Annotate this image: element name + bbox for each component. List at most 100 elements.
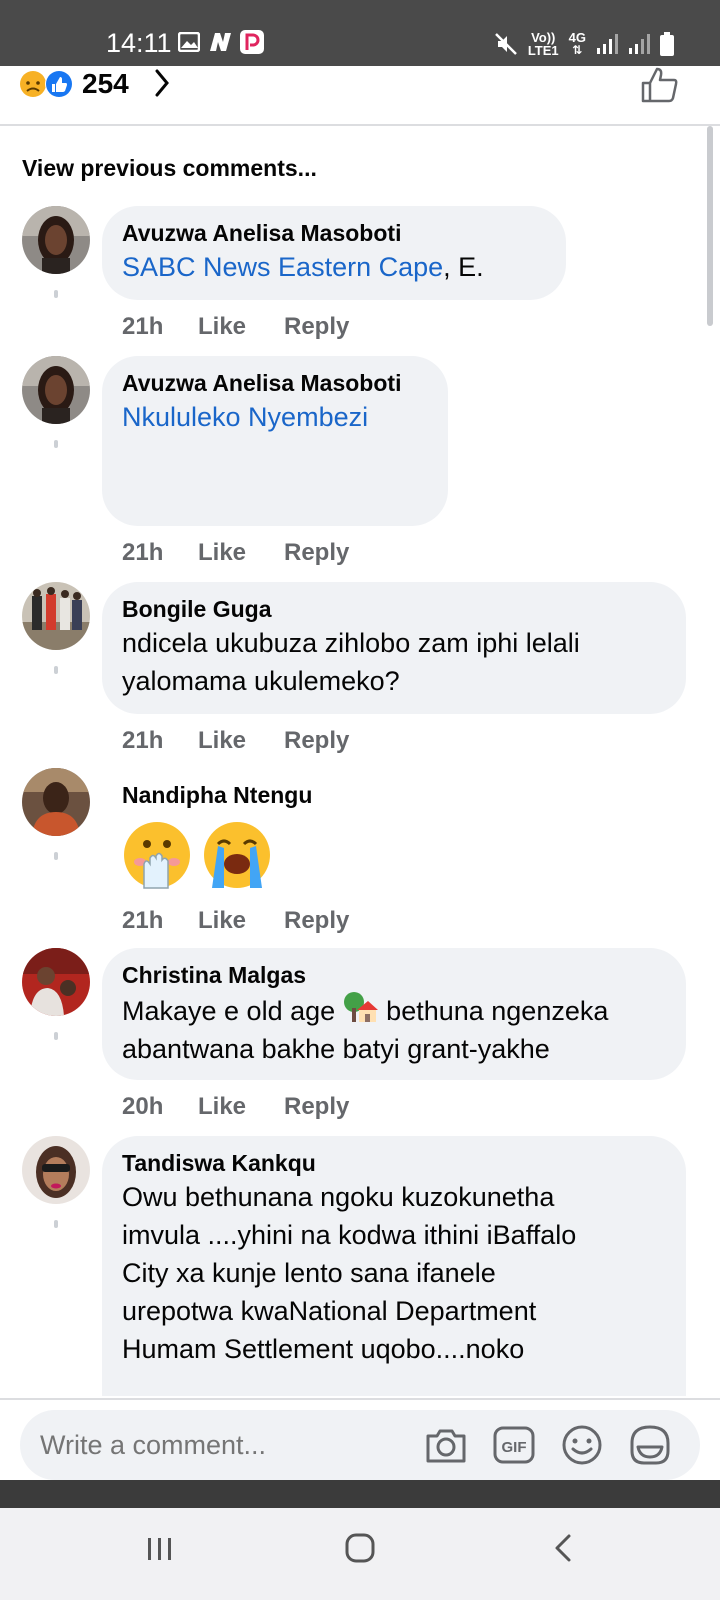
thread-line <box>54 1032 58 1040</box>
like-button[interactable]: Like <box>198 312 284 342</box>
thread-line <box>54 852 58 860</box>
camera-icon[interactable] <box>424 1423 468 1467</box>
reaction-summary[interactable] <box>18 68 78 100</box>
scrollbar-thumb[interactable] <box>707 126 713 326</box>
profile-photo-icon <box>22 768 90 836</box>
lte-label: LTE1 <box>527 43 559 58</box>
sad-like-reactions-icon <box>20 70 73 98</box>
avatar[interactable] <box>22 768 90 836</box>
comment-time: 21h <box>122 727 164 754</box>
profile-photo-icon <box>22 356 90 424</box>
reaction-count[interactable]: 254 <box>82 66 129 102</box>
avatar[interactable] <box>22 206 90 274</box>
signal-strength-2-icon <box>629 34 650 54</box>
comment-text-part: bethuna ngenzeka <box>386 996 609 1026</box>
thread-line <box>54 440 58 448</box>
comment-author[interactable]: Nandipha Ntengu <box>122 780 312 810</box>
recent-apps-icon[interactable] <box>140 1528 180 1568</box>
signal-strength-icon <box>597 34 618 54</box>
like-button[interactable]: Like <box>198 726 284 756</box>
comment-text-line: Owu bethunana ngoku kuzokunetha <box>122 1182 555 1212</box>
avatar[interactable] <box>22 582 90 650</box>
comment-bubble[interactable]: Christina Malgas Makaye e old age bethun… <box>102 948 686 1080</box>
comment-author[interactable]: Christina Malgas <box>122 960 666 990</box>
comment-composer[interactable]: GIF <box>20 1410 700 1480</box>
status-bar: 14:11 Vo)) LTE1 4G ⇅ <box>0 0 720 66</box>
mention-link[interactable]: Nkululeko Nyembezi <box>122 402 368 432</box>
back-icon[interactable] <box>544 1528 584 1568</box>
avatar[interactable] <box>22 948 90 1016</box>
comment-text: SABC News Eastern Cape, E. <box>122 248 546 286</box>
comment-text-line: City xa kunje lento sana ifanele <box>122 1258 496 1288</box>
keyboard-divider <box>0 1480 720 1508</box>
comment-author[interactable]: Avuzwa Anelisa Masoboti <box>122 218 546 248</box>
comment-input[interactable] <box>40 1426 420 1464</box>
profile-photo-icon <box>22 1136 90 1204</box>
gif-icon[interactable]: GIF <box>492 1423 536 1467</box>
chevron-right-icon[interactable] <box>152 68 172 98</box>
comment-emojis <box>122 820 272 895</box>
status-indicators: Vo)) LTE1 4G ⇅ <box>494 28 674 60</box>
loudly-crying-emoji-icon <box>204 822 271 888</box>
sticker-icon[interactable] <box>628 1423 672 1467</box>
comment-time: 21h <box>122 313 164 340</box>
comment-text-line: urepotwa kwaNational Department <box>122 1296 537 1326</box>
comment-text-part: Makaye e old age <box>122 996 336 1026</box>
mention-link[interactable]: SABC News Eastern Cape <box>122 252 443 282</box>
comment-actions: 21h Like Reply <box>122 538 349 568</box>
comment-bubble[interactable]: Bongile Guga ndicela ukubuza zihlobo zam… <box>102 582 686 714</box>
comment-author[interactable]: Bongile Guga <box>122 594 666 624</box>
thread-line <box>54 666 58 674</box>
like-button[interactable]: Like <box>198 538 284 568</box>
comment-bubble[interactable]: Avuzwa Anelisa Masoboti Nkululeko Nyembe… <box>102 356 448 526</box>
comments-list[interactable]: View previous comments... Avuzwa Anelisa… <box>0 126 720 1396</box>
thread-line <box>54 1220 58 1228</box>
n-app-notification-icon <box>210 33 231 51</box>
view-previous-comments-link[interactable]: View previous comments... <box>22 154 317 182</box>
comment-text-line: yalomama ukulemeko? <box>122 666 400 696</box>
reply-button[interactable]: Reply <box>284 906 349 936</box>
like-post-button[interactable] <box>640 66 680 104</box>
profile-photo-icon <box>22 582 90 650</box>
status-time: 14:11 <box>106 28 172 58</box>
gallery-notification-icon <box>178 32 200 52</box>
comment-bubble[interactable]: Tandiswa Kankqu Owu bethunana ngoku kuzo… <box>102 1136 686 1396</box>
data-arrows-icon: ⇅ <box>572 43 583 57</box>
system-nav-bar <box>0 1508 720 1600</box>
profile-photo-icon <box>22 206 90 274</box>
comment-author[interactable]: Tandiswa Kankqu <box>122 1148 666 1178</box>
comment-text-line: abantwana bakhe batyi grant-yakhe <box>122 1034 550 1064</box>
reply-button[interactable]: Reply <box>284 726 349 756</box>
comment-actions: 21h Like Reply <box>122 726 349 756</box>
comment-author[interactable]: Avuzwa Anelisa Masoboti <box>122 368 428 398</box>
emoji-icon[interactable] <box>560 1423 604 1467</box>
comment-bubble[interactable]: Avuzwa Anelisa Masoboti SABC News Easter… <box>102 206 566 300</box>
thread-line <box>54 290 58 298</box>
mute-icon <box>494 33 517 55</box>
like-button[interactable]: Like <box>198 906 284 936</box>
comment-time: 21h <box>122 539 164 566</box>
comment-text-line: Makaye e old age bethuna ngenzeka <box>122 990 666 1030</box>
network-type-indicator: 4G ⇅ <box>569 31 586 57</box>
volte-indicator: Vo)) LTE1 <box>528 31 559 57</box>
house-with-garden-emoji-icon <box>343 992 378 1022</box>
battery-icon <box>660 32 674 56</box>
like-button[interactable]: Like <box>198 1092 284 1122</box>
reply-button[interactable]: Reply <box>284 1092 349 1122</box>
comment-text: Nkululeko Nyembezi <box>122 398 428 436</box>
comment-text-line: ndicela ukubuza zihlobo zam iphi lelali <box>122 628 580 658</box>
reply-button[interactable]: Reply <box>284 312 349 342</box>
reply-button[interactable]: Reply <box>284 538 349 568</box>
home-icon[interactable] <box>340 1528 380 1568</box>
comment-actions: 21h Like Reply <box>122 312 349 342</box>
comment-actions: 21h Like Reply <box>122 906 349 936</box>
hand-over-mouth-emoji-icon <box>124 822 190 889</box>
comment-text-suffix: , E. <box>443 252 484 282</box>
svg-text:GIF: GIF <box>502 1439 527 1456</box>
avatar[interactable] <box>22 1136 90 1204</box>
comment-time: 21h <box>122 907 164 934</box>
comment-text-line: imvula ....yhini na kodwa ithini iBaffal… <box>122 1220 577 1250</box>
avatar[interactable] <box>22 356 90 424</box>
comment-time: 20h <box>122 1093 164 1120</box>
comment-text-line: Humam Settlement uqobo....noko <box>122 1334 525 1364</box>
